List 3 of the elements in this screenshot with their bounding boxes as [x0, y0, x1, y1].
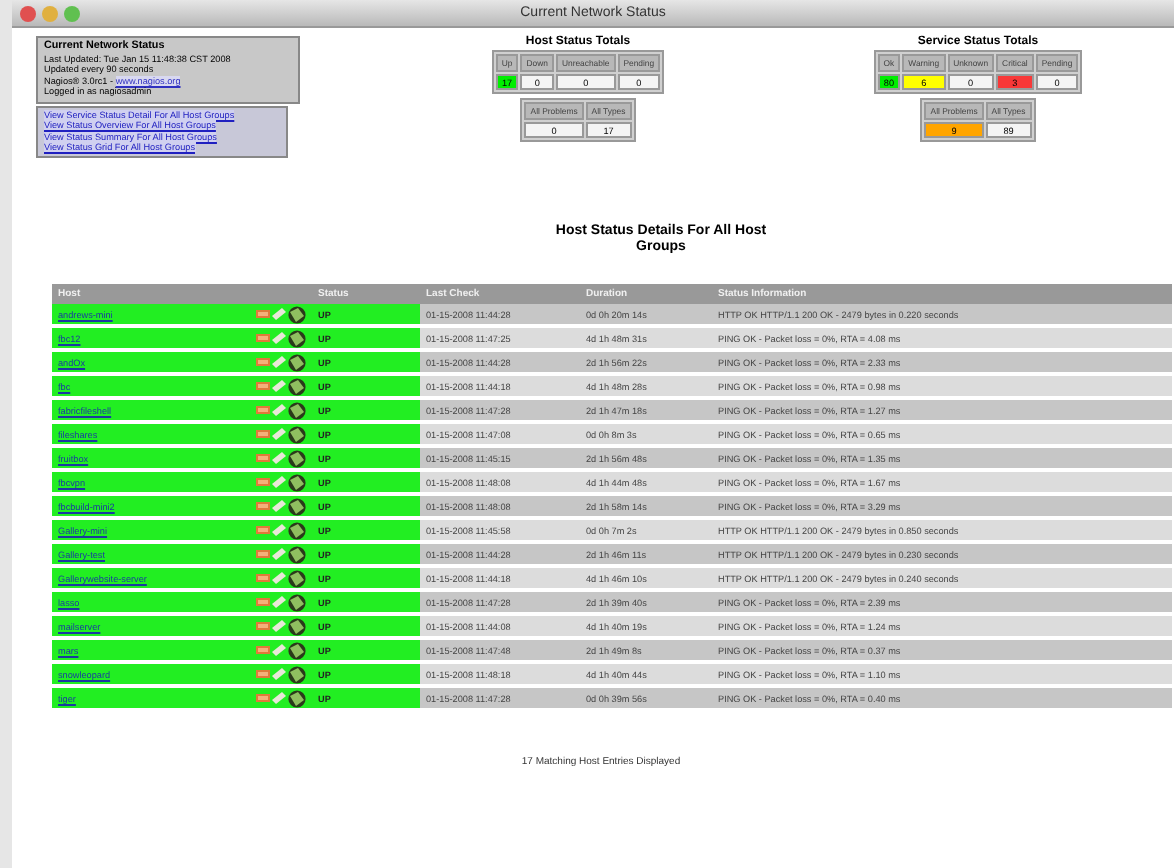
- minimize-button[interactable]: [42, 5, 58, 21]
- close-button[interactable]: [20, 5, 36, 21]
- zoom-button[interactable]: [64, 5, 80, 21]
